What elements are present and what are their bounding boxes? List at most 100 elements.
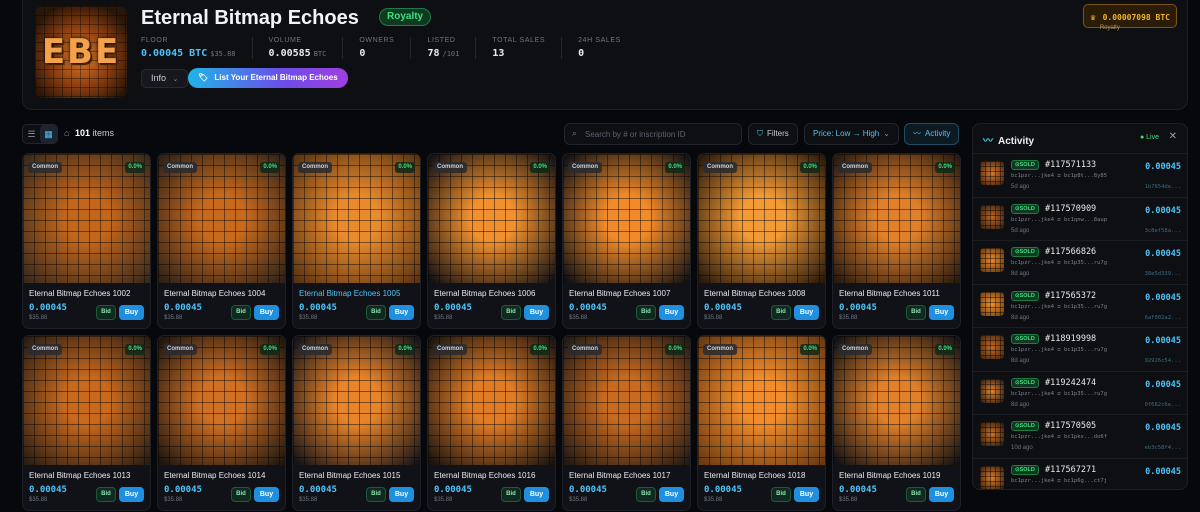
item-name[interactable]: Eternal Bitmap Echoes 1013: [29, 471, 130, 480]
item-card[interactable]: Common 0.0% Eternal Bitmap Echoes 1018 0.00…: [697, 335, 826, 511]
item-image[interactable]: [698, 154, 825, 283]
item-card[interactable]: Common 0.0% Eternal Bitmap Echoes 1016 0.00…: [427, 335, 556, 511]
bid-button[interactable]: Bid: [906, 487, 926, 502]
activity-item[interactable]: ⊙SOLD #117565372 bc1pzr...jke4 ⇄ bc1p35...…: [973, 283, 1187, 327]
item-card[interactable]: Common 0.0% Eternal Bitmap Echoes 1014 0.00…: [157, 335, 286, 511]
bid-button[interactable]: Bid: [771, 305, 791, 320]
buy-button[interactable]: Buy: [659, 487, 684, 502]
item-image[interactable]: [293, 336, 420, 465]
item-name[interactable]: Eternal Bitmap Echoes 1011: [839, 289, 940, 298]
inscription-number[interactable]: #117567271: [1045, 465, 1096, 475]
transaction-id[interactable]: eb3c58f4...: [1145, 445, 1181, 451]
transaction-id[interactable]: 3c8ef58a...: [1145, 228, 1181, 234]
item-name[interactable]: Eternal Bitmap Echoes 1014: [164, 471, 265, 480]
item-image[interactable]: [23, 336, 150, 465]
activity-item[interactable]: ⊙SOLD #117566826 bc1pzr...jke4 ⇄ bc1p35...…: [973, 240, 1187, 283]
item-name[interactable]: Eternal Bitmap Echoes 1015: [299, 471, 400, 480]
item-image[interactable]: [293, 154, 420, 283]
item-name[interactable]: Eternal Bitmap Echoes 1005: [299, 289, 400, 298]
inscription-number[interactable]: #117570909: [1045, 204, 1096, 214]
item-image[interactable]: [158, 336, 285, 465]
transaction-id[interactable]: 6af002a2...: [1145, 315, 1181, 321]
transaction-id[interactable]: 92926c54...: [1145, 358, 1181, 364]
bid-button[interactable]: Bid: [636, 487, 656, 502]
transaction-id[interactable]: 0f682c6e...: [1145, 402, 1181, 408]
item-name[interactable]: Eternal Bitmap Echoes 1017: [569, 471, 670, 480]
bid-button[interactable]: Bid: [501, 487, 521, 502]
item-card[interactable]: Common 0.0% Eternal Bitmap Echoes 1017 0.00…: [562, 335, 691, 511]
item-card[interactable]: Common 0.0% Eternal Bitmap Echoes 1006 0.00…: [427, 153, 556, 329]
buy-button[interactable]: Buy: [929, 487, 954, 502]
item-card[interactable]: Common 0.0% Eternal Bitmap Echoes 1015 0.00…: [292, 335, 421, 511]
filters-button[interactable]: ⛉ Filters: [748, 123, 798, 145]
item-image[interactable]: [23, 154, 150, 283]
buy-button[interactable]: Buy: [254, 305, 279, 320]
activity-item[interactable]: ⊙SOLD #117567271 bc1pzr...jke4 ⇄ bc1p6g...…: [973, 457, 1187, 489]
buy-button[interactable]: Buy: [254, 487, 279, 502]
item-name[interactable]: Eternal Bitmap Echoes 1007: [569, 289, 670, 298]
buy-button[interactable]: Buy: [794, 305, 819, 320]
activity-item[interactable]: ⊙SOLD #118919998 bc1pzr...jke4 ⇄ bc1p35...…: [973, 327, 1187, 370]
buy-button[interactable]: Buy: [389, 305, 414, 320]
bid-button[interactable]: Bid: [231, 305, 251, 320]
activity-item[interactable]: ⊙SOLD #119242474 bc1pzr...jke4 ⇄ bc1p35...…: [973, 370, 1187, 414]
item-card[interactable]: Common 0.0% Eternal Bitmap Echoes 1011 0.00…: [832, 153, 961, 329]
buy-button[interactable]: Buy: [794, 487, 819, 502]
buy-button[interactable]: Buy: [659, 305, 684, 320]
activity-toggle-button[interactable]: 〰 Activity: [904, 123, 960, 145]
item-image[interactable]: [833, 154, 960, 283]
item-name[interactable]: Eternal Bitmap Echoes 1018: [704, 471, 805, 480]
item-image[interactable]: [833, 336, 960, 465]
bid-button[interactable]: Bid: [771, 487, 791, 502]
list-collection-button[interactable]: 🏷 List Your Eternal Bitmap Echoes: [188, 68, 348, 88]
bid-button[interactable]: Bid: [96, 305, 116, 320]
item-name[interactable]: Eternal Bitmap Echoes 1016: [434, 471, 535, 480]
item-name[interactable]: Eternal Bitmap Echoes 1006: [434, 289, 535, 298]
bid-button[interactable]: Bid: [501, 305, 521, 320]
activity-item[interactable]: ⊙SOLD #117570505 bc1pzr...jke4 ⇄ bc1pkv...…: [973, 414, 1187, 457]
buy-button[interactable]: Buy: [524, 487, 549, 502]
item-name[interactable]: Eternal Bitmap Echoes 1008: [704, 289, 805, 298]
inscription-number[interactable]: #117565372: [1045, 291, 1096, 301]
inscription-number[interactable]: #117566826: [1045, 247, 1096, 257]
item-card[interactable]: Common 0.0% Eternal Bitmap Echoes 1007 0.00…: [562, 153, 691, 329]
inscription-number[interactable]: #118919998: [1045, 334, 1096, 344]
bid-button[interactable]: Bid: [366, 487, 386, 502]
item-image[interactable]: [428, 336, 555, 465]
bid-button[interactable]: Bid: [906, 305, 926, 320]
bid-button[interactable]: Bid: [636, 305, 656, 320]
inscription-number[interactable]: #117570505: [1045, 421, 1096, 431]
bid-button[interactable]: Bid: [96, 487, 116, 502]
item-image[interactable]: [158, 154, 285, 283]
activity-item[interactable]: ⊙SOLD #117571133 bc1pzr...jke4 ⇄ bc1p8t...…: [973, 153, 1187, 196]
inscription-number[interactable]: #119242474: [1045, 378, 1096, 388]
search-input[interactable]: [585, 124, 735, 144]
item-name[interactable]: Eternal Bitmap Echoes 1019: [839, 471, 940, 480]
bid-button[interactable]: Bid: [366, 305, 386, 320]
item-card[interactable]: Common 0.0% Eternal Bitmap Echoes 1004 0.00…: [157, 153, 286, 329]
item-image[interactable]: [428, 154, 555, 283]
inscription-number[interactable]: #117571133: [1045, 160, 1096, 170]
activity-item[interactable]: ⊙SOLD #117570909 bc1pzr...jke4 ⇄ bc1qnw...…: [973, 196, 1187, 240]
info-button[interactable]: Info ⌄: [141, 69, 189, 88]
bid-button[interactable]: Bid: [231, 487, 251, 502]
item-card[interactable]: Common 0.0% Eternal Bitmap Echoes 1013 0.00…: [22, 335, 151, 511]
item-name[interactable]: Eternal Bitmap Echoes 1002: [29, 289, 130, 298]
item-card[interactable]: Common 0.0% Eternal Bitmap Echoes 1019 0.00…: [832, 335, 961, 511]
item-card[interactable]: Common 0.0% Eternal Bitmap Echoes 1008 0.00…: [697, 153, 826, 329]
buy-button[interactable]: Buy: [389, 487, 414, 502]
buy-button[interactable]: Buy: [119, 305, 144, 320]
buy-button[interactable]: Buy: [524, 305, 549, 320]
close-icon[interactable]: ✕: [1169, 131, 1177, 142]
item-card[interactable]: Common 0.0% Eternal Bitmap Echoes 1002 0.00…: [22, 153, 151, 329]
item-image[interactable]: [563, 336, 690, 465]
buy-button[interactable]: Buy: [119, 487, 144, 502]
item-name[interactable]: Eternal Bitmap Echoes 1004: [164, 289, 265, 298]
buy-button[interactable]: Buy: [929, 305, 954, 320]
transaction-id[interactable]: 1b7654de...: [1145, 184, 1181, 190]
sort-dropdown[interactable]: Price: Low → High ⌄: [804, 123, 899, 145]
list-view-icon[interactable]: ☰: [23, 125, 40, 143]
item-card[interactable]: Common 0.0% Eternal Bitmap Echoes 1005 0.00…: [292, 153, 421, 329]
transaction-id[interactable]: 38e5d339...: [1145, 271, 1181, 277]
grid-view-icon[interactable]: ▦: [40, 125, 57, 143]
